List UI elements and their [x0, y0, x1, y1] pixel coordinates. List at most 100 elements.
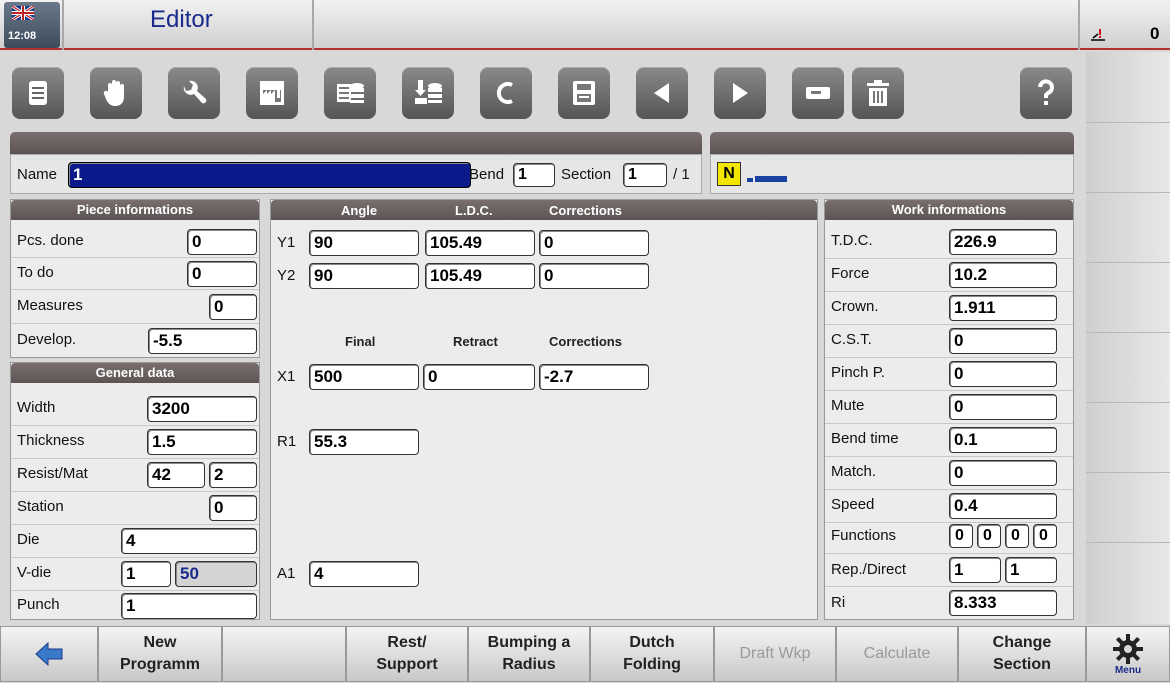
top-divider — [1078, 0, 1080, 50]
y1-angle-field[interactable]: 90 — [309, 230, 419, 256]
work-label: Bend time — [831, 430, 899, 447]
section-label: Section — [561, 166, 612, 183]
function-field-3[interactable]: 0 — [1005, 524, 1029, 548]
vdie-label: V-die — [17, 564, 52, 581]
a1-label: A1 — [277, 565, 296, 582]
direct-field[interactable]: 1 — [1005, 557, 1057, 583]
r1-field[interactable]: 55.3 — [309, 429, 419, 455]
pcs-done-field[interactable]: 0 — [187, 229, 257, 255]
menu-button[interactable]: Menu — [1086, 626, 1170, 682]
ri-field[interactable]: 8.333 — [949, 590, 1057, 616]
work-value-field[interactable]: 0 — [949, 328, 1057, 354]
previous-button[interactable] — [636, 67, 688, 119]
bend-field[interactable]: 1 — [513, 163, 555, 187]
y2-ldc-field[interactable]: 105.49 — [425, 263, 535, 289]
calculate-button[interactable]: Calculate — [836, 626, 958, 682]
new-programm-button[interactable]: New Programm — [98, 626, 222, 682]
function-field-2[interactable]: 0 — [977, 524, 1001, 548]
y2-angle-field[interactable]: 90 — [309, 263, 419, 289]
station-field[interactable]: 0 — [209, 495, 257, 521]
trash-icon — [867, 80, 889, 106]
y2-label: Y2 — [277, 267, 296, 284]
work-value-field[interactable]: 0 — [949, 460, 1057, 486]
width-field[interactable]: 3200 — [147, 396, 257, 422]
factory-icon — [260, 81, 284, 105]
back-button[interactable] — [0, 626, 98, 682]
list-database-button[interactable] — [324, 67, 376, 119]
factory-button[interactable] — [246, 67, 298, 119]
x1-corrections-field[interactable]: -2.7 — [539, 364, 649, 390]
bumping-radius-button[interactable]: Bumping a Radius — [468, 626, 590, 682]
row-divider — [825, 324, 1073, 325]
work-label: Mute — [831, 397, 865, 414]
row-divider — [825, 390, 1073, 391]
change-section-button[interactable]: Change Section — [958, 626, 1086, 682]
y2-corrections-field[interactable]: 0 — [539, 263, 649, 289]
vdie-field[interactable]: 1 — [121, 561, 171, 587]
document-button[interactable] — [12, 67, 64, 119]
a1-field[interactable]: 4 — [309, 561, 419, 587]
hand-button[interactable] — [90, 67, 142, 119]
list-database-icon — [337, 83, 364, 103]
language-clock-box[interactable]: 12:08 — [4, 2, 60, 48]
r1-label: R1 — [277, 433, 297, 450]
work-value-field[interactable]: 1.911 — [949, 295, 1057, 321]
top-divider — [312, 0, 314, 50]
work-value-field[interactable]: 10.2 — [949, 262, 1057, 288]
status-header-strip — [710, 132, 1074, 154]
piece-info-title: Piece informations — [11, 200, 259, 220]
vdie-width-field: 50 — [175, 561, 257, 587]
top-bar: 12:08 Editor 0 — [0, 0, 1170, 50]
y1-corrections-field[interactable]: 0 — [539, 230, 649, 256]
hand-icon — [103, 80, 124, 106]
die-label: Die — [17, 531, 40, 548]
minus-button[interactable] — [792, 67, 844, 119]
next-button[interactable] — [714, 67, 766, 119]
rep-field[interactable]: 1 — [949, 557, 1001, 583]
name-input[interactable]: 1 — [68, 162, 471, 188]
draft-wkp-button[interactable]: Draft Wkp — [714, 626, 836, 682]
import-database-button[interactable] — [402, 67, 454, 119]
save-button[interactable] — [558, 67, 610, 119]
resist-field[interactable]: 42 — [147, 462, 205, 488]
work-value-field[interactable]: 0 — [949, 361, 1057, 387]
x1-retract-field[interactable]: 0 — [423, 364, 535, 390]
tools-button[interactable] — [168, 67, 220, 119]
y1-ldc-field[interactable]: 105.49 — [425, 230, 535, 256]
work-label: T.D.C. — [831, 232, 873, 249]
rest-support-button[interactable]: Rest/ Support — [346, 626, 468, 682]
material-field[interactable]: 2 — [209, 462, 257, 488]
row-divider — [825, 291, 1073, 292]
minus-icon — [806, 87, 830, 99]
mode-row: N — [710, 154, 1074, 194]
punch-field[interactable]: 1 — [121, 593, 257, 619]
row-divider — [825, 258, 1073, 259]
x1-final-field[interactable]: 500 — [309, 364, 419, 390]
empty-softkey[interactable] — [222, 626, 346, 682]
ri-label: Ri — [831, 594, 846, 611]
work-value-field[interactable]: 226.9 — [949, 229, 1057, 255]
develop-field[interactable]: -5.5 — [148, 328, 257, 354]
c-button[interactable] — [480, 67, 532, 119]
help-button[interactable] — [1020, 67, 1072, 119]
help-icon — [1038, 79, 1054, 105]
die-field[interactable]: 4 — [121, 528, 257, 554]
row-divider — [825, 489, 1073, 490]
col-retract: Retract — [453, 334, 498, 349]
work-value-field[interactable]: 0.1 — [949, 427, 1057, 453]
work-value-field[interactable]: 0.4 — [949, 493, 1057, 519]
delete-button[interactable] — [852, 67, 904, 119]
section-field[interactable]: 1 — [623, 163, 667, 187]
dutch-folding-button[interactable]: Dutch Folding — [590, 626, 714, 682]
function-field-4[interactable]: 0 — [1033, 524, 1057, 548]
to-do-field[interactable]: 0 — [187, 261, 257, 287]
work-value-field[interactable]: 0 — [949, 394, 1057, 420]
measures-field[interactable]: 0 — [209, 294, 257, 320]
function-field-1[interactable]: 0 — [949, 524, 973, 548]
back-arrow-icon — [35, 641, 63, 667]
station-label: Station — [17, 498, 64, 515]
thickness-field[interactable]: 1.5 — [147, 429, 257, 455]
bottom-softkey-bar: New Programm Rest/ Support Bumping a Rad… — [0, 624, 1170, 683]
save-icon — [573, 81, 595, 105]
resist-mat-label: Resist/Mat — [17, 465, 88, 482]
